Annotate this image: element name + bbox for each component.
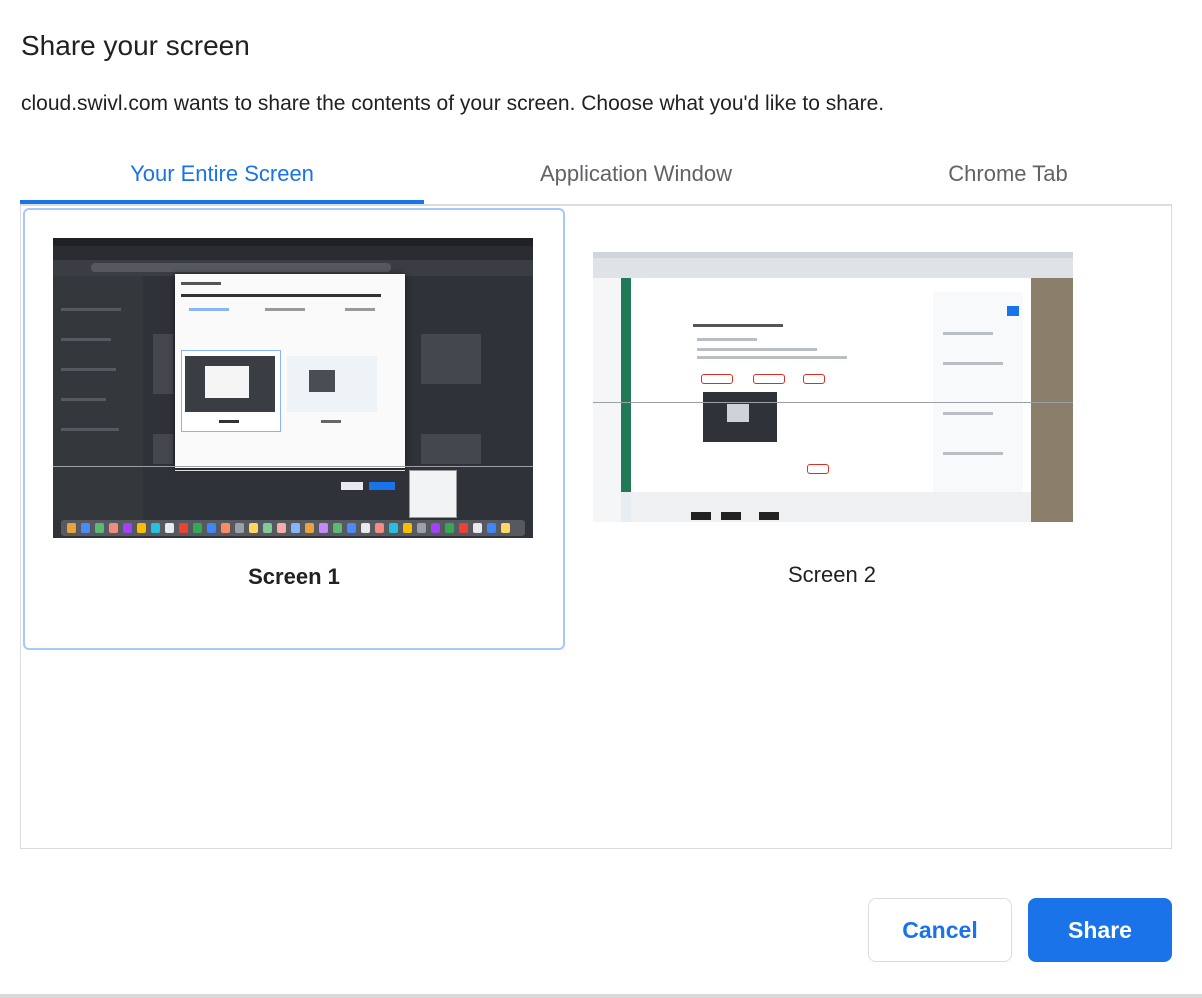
share-button[interactable]: Share (1028, 898, 1172, 962)
share-screen-dialog: Share your screen cloud.swivl.com wants … (0, 0, 1202, 998)
screen-1-thumbnail (53, 238, 533, 538)
screen-2-thumbnail (593, 252, 1073, 522)
cancel-button[interactable]: Cancel (868, 898, 1012, 962)
source-screen-2[interactable]: Screen 2 (567, 208, 1097, 646)
tab-chrome-tab[interactable]: Chrome Tab (848, 150, 1168, 204)
dialog-subtitle: cloud.swivl.com wants to share the conte… (21, 92, 885, 115)
window-bottom-edge (0, 994, 1202, 998)
screen-1-label: Screen 1 (248, 564, 340, 589)
source-list-panel: Screen 1 Screen 2 (20, 206, 1172, 849)
dialog-title: Share your screen (21, 30, 250, 61)
source-screen-1[interactable]: Screen 1 (23, 208, 565, 650)
source-tabs: Your Entire Screen Application Window Ch… (20, 150, 1172, 208)
tab-entire-screen[interactable]: Your Entire Screen (20, 150, 424, 204)
tab-application-window[interactable]: Application Window (424, 150, 848, 204)
screen-2-label: Screen 2 (787, 562, 877, 587)
